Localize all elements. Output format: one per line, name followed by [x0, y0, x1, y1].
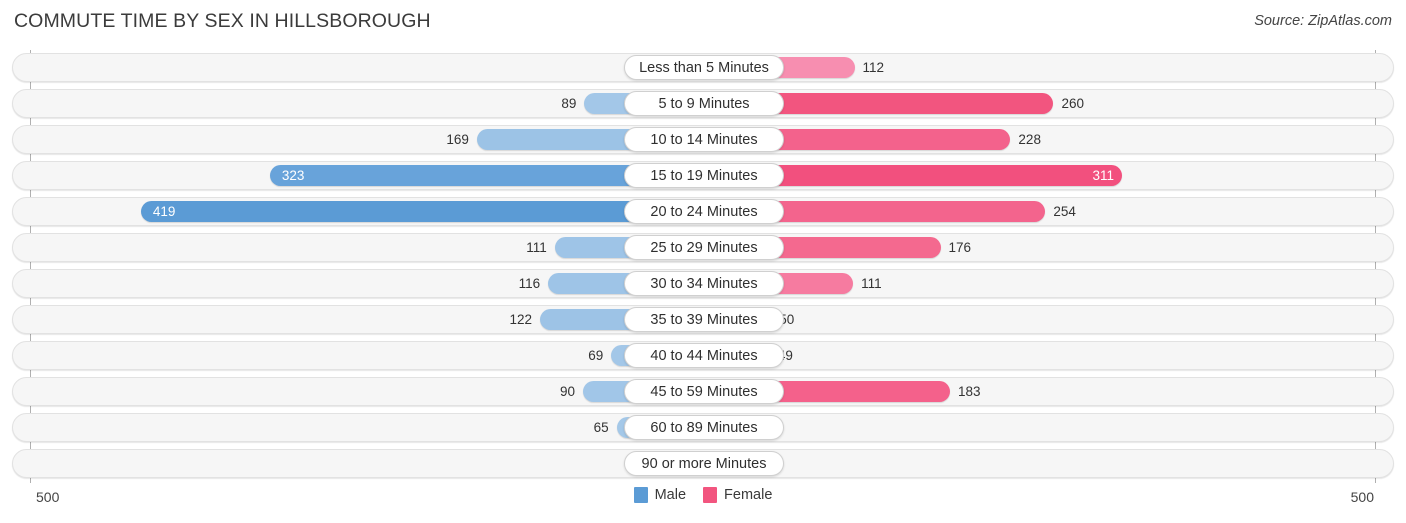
category-label-pill: 20 to 24 Minutes	[624, 199, 784, 224]
bar-value-male: 90	[560, 384, 576, 399]
bar-male[interactable]	[140, 201, 704, 222]
table-row[interactable]: 38112Less than 5 Minutes	[12, 53, 1394, 82]
table-row[interactable]: 89 260 5 to 9 Minutes	[12, 89, 1394, 118]
bar-value-female: 260	[1061, 96, 1084, 111]
legend-item-female[interactable]: Female	[703, 487, 772, 503]
category-label-pill: 5 to 9 Minutes	[624, 91, 784, 116]
chart-footer: 500 500 Male Female	[0, 483, 1406, 523]
legend-item-male[interactable]: Male	[633, 487, 687, 503]
category-label-pill: 90 or more Minutes	[624, 451, 784, 476]
bar-value-male: 419	[152, 204, 176, 219]
table-row[interactable]: 169 228 10 to 14 Minutes	[12, 125, 1394, 154]
chart-legend: Male Female	[0, 487, 1406, 503]
bar-value-female: 176	[948, 240, 972, 255]
bar-value-female: 112	[862, 60, 885, 75]
table-row[interactable]: 419 254 20 to 24 Minutes	[12, 197, 1394, 226]
bar-value-male: 111	[526, 240, 547, 255]
category-label-pill: 60 to 89 Minutes	[624, 415, 784, 440]
category-label-pill: 25 to 29 Minutes	[624, 235, 784, 260]
legend-label: Female	[724, 487, 773, 503]
bar-value-male: 69	[588, 348, 604, 363]
category-label-pill: 35 to 39 Minutes	[624, 307, 784, 332]
bar-value-male: 116	[518, 276, 541, 291]
bar-value-female: 111	[861, 276, 882, 291]
source-attribution: Source: ZipAtlas.com	[1254, 13, 1392, 29]
bar-value-male: 89	[561, 96, 577, 111]
table-row[interactable]: 37090 or more Minutes	[12, 449, 1394, 478]
table-row[interactable]: 111 176 25 to 29 Minutes	[12, 233, 1394, 262]
legend-label: Male	[654, 487, 687, 503]
table-row[interactable]: 65460 to 89 Minutes	[12, 413, 1394, 442]
table-row[interactable]: 116 111 30 to 34 Minutes	[12, 269, 1394, 298]
bar-value-male: 169	[446, 132, 469, 147]
bar-value-female: 183	[957, 384, 981, 399]
legend-swatch-icon	[633, 487, 648, 503]
bar-value-female: 311	[1092, 168, 1114, 183]
chart-header: COMMUTE TIME BY SEX IN HILLSBOROUGH Sour…	[0, 0, 1406, 44]
bar-value-male: 122	[509, 312, 533, 327]
chart-plot-area: 38112Less than 5 Minutes892605 to 9 Minu…	[0, 50, 1406, 483]
table-row[interactable]: 90 183 45 to 59 Minutes	[12, 377, 1394, 406]
bar-value-female: 228	[1018, 132, 1041, 147]
category-label-pill: 15 to 19 Minutes	[624, 163, 784, 188]
category-label-pill: 40 to 44 Minutes	[624, 343, 784, 368]
category-label-pill: Less than 5 Minutes	[624, 55, 784, 80]
bar-value-female: 254	[1053, 204, 1076, 219]
legend-swatch-icon	[703, 487, 718, 503]
table-row[interactable]: 69 49 40 to 44 Minutes	[12, 341, 1394, 370]
table-row[interactable]: 122 50 35 to 39 Minutes	[12, 305, 1394, 334]
category-label-pill: 10 to 14 Minutes	[624, 127, 784, 152]
page-title: COMMUTE TIME BY SEX IN HILLSBOROUGH	[14, 10, 431, 32]
table-row[interactable]: 323 311 15 to 19 Minutes	[12, 161, 1394, 190]
bar-value-female: 50	[779, 312, 795, 327]
category-label-pill: 45 to 59 Minutes	[624, 379, 784, 404]
bar-value-female: 49	[777, 348, 793, 363]
category-label-pill: 30 to 34 Minutes	[624, 271, 784, 296]
bar-value-male: 65	[593, 420, 609, 435]
bar-value-male: 323	[281, 168, 305, 183]
